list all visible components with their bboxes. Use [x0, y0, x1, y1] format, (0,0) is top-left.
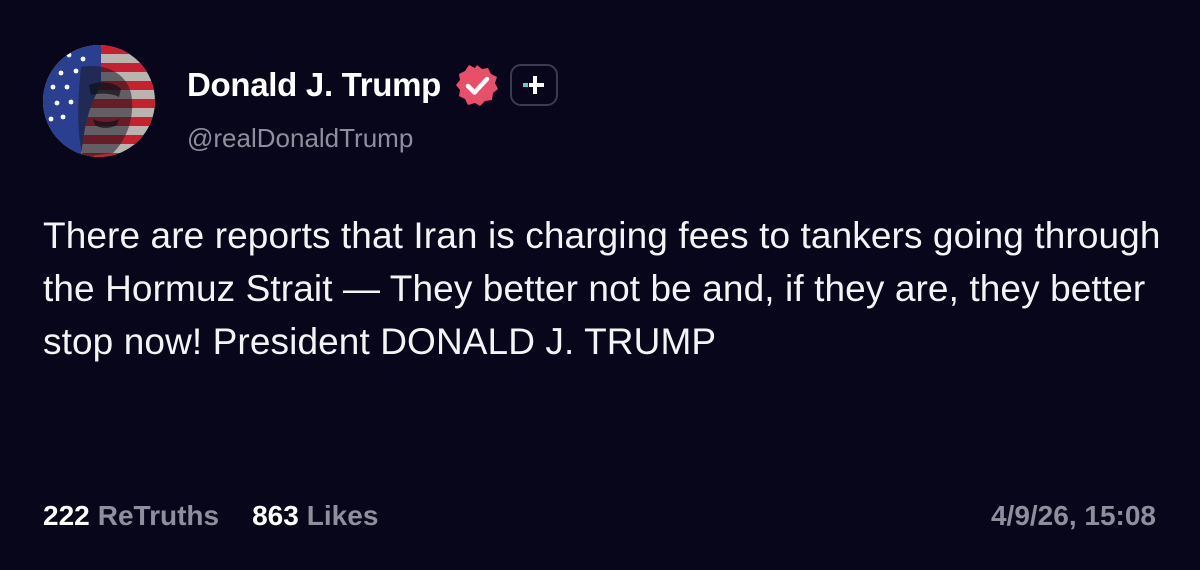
likes-stat[interactable]: 863 Likes	[252, 500, 378, 532]
author-handle[interactable]: @realDonaldTrump	[187, 123, 413, 154]
post-timestamp[interactable]: 4/9/26, 15:08	[991, 500, 1156, 532]
likes-label: Likes	[306, 500, 379, 531]
avatar-image	[43, 45, 155, 157]
avatar[interactable]	[43, 45, 155, 157]
plus-badge-icon[interactable]	[510, 64, 559, 106]
verified-badge-icon	[455, 63, 499, 107]
retruths-stat[interactable]: 222 ReTruths	[43, 500, 219, 532]
author-name-row: Donald J. Trump	[187, 62, 559, 108]
truth-post-card: Donald J. Trump @realDonaldTrump There a…	[0, 0, 1200, 570]
post-text: There are reports that Iran is charging …	[43, 215, 1161, 362]
retruths-count: 222	[43, 500, 90, 531]
author-display-name[interactable]: Donald J. Trump	[187, 66, 441, 104]
post-stats: 222 ReTruths 863 Likes	[43, 500, 378, 532]
likes-count: 863	[252, 500, 299, 531]
retruths-label: ReTruths	[97, 500, 220, 531]
